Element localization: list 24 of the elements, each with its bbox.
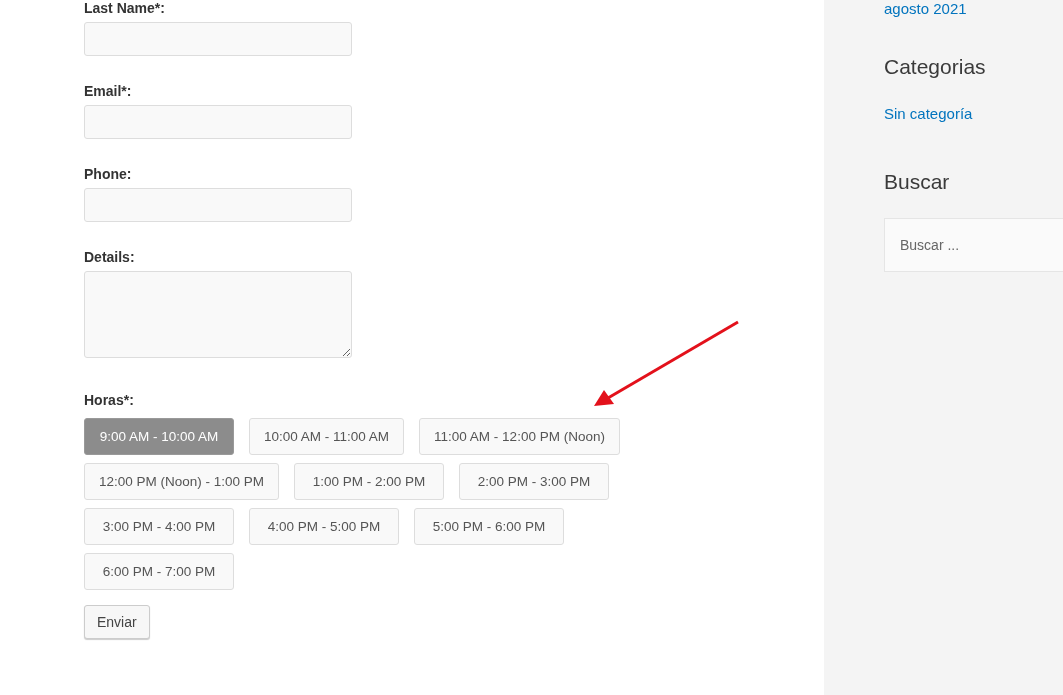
widget-title: Categorias [884,55,986,79]
search-field[interactable]: Buscar ... [884,218,1063,272]
time-slot-button[interactable]: 5:00 PM - 6:00 PM [414,508,564,545]
category-link[interactable]: Sin categoría [884,105,973,122]
widget-title: Buscar [884,170,950,194]
field-label: Last Name*: [84,0,165,16]
details-field[interactable] [84,271,352,358]
time-slot-button[interactable]: 10:00 AM - 11:00 AM [249,418,405,455]
field-label: Email*: [84,83,132,99]
input-field[interactable] [84,105,352,139]
time-slot-button[interactable]: 2:00 PM - 3:00 PM [459,463,610,500]
field-label: Phone: [84,166,132,182]
time-slot-button[interactable]: 6:00 PM - 7:00 PM [84,553,234,590]
time-slot-button[interactable]: 4:00 PM - 5:00 PM [249,508,399,545]
submit-button[interactable]: Enviar [84,605,150,639]
time-slot-button[interactable]: 3:00 PM - 4:00 PM [84,508,234,545]
archive-link[interactable]: agosto 2021 [884,0,967,17]
time-slot-button[interactable]: 1:00 PM - 2:00 PM [294,463,445,500]
field-label: Horas*: [84,392,134,408]
time-slot-button[interactable]: 11:00 AM - 12:00 PM (Noon) [419,418,620,455]
time-slot-button[interactable]: 12:00 PM (Noon) - 1:00 PM [84,463,280,500]
field-label: Details: [84,249,135,265]
input-field[interactable] [84,188,352,222]
input-field[interactable] [84,22,352,56]
